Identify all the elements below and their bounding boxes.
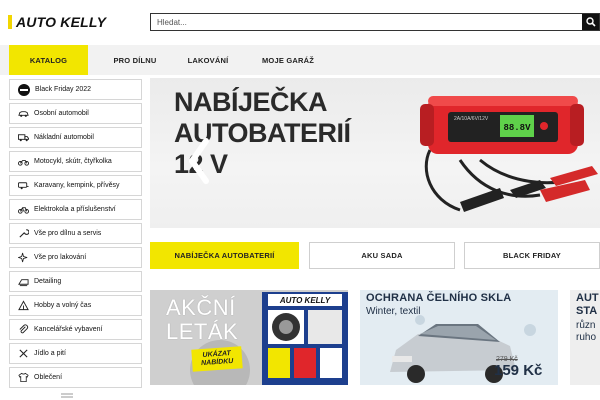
sidebar-item-kancelar[interactable]: Kancelářské vybavení bbox=[9, 319, 142, 340]
charger-display-readout: 88.8V bbox=[503, 123, 531, 133]
search-icon bbox=[585, 17, 596, 27]
sidebar-item-label: Nákladní automobil bbox=[34, 134, 94, 141]
banner-tab-black-friday[interactable]: BLACK FRIDAY bbox=[464, 242, 600, 269]
sidebar-item-nakladni-automobil[interactable]: Nákladní automobil bbox=[9, 127, 142, 148]
banner-prev-arrow-icon[interactable] bbox=[186, 138, 212, 184]
tshirt-icon bbox=[18, 372, 29, 383]
sidebar-item-hobby[interactable]: Hobby a volný čas bbox=[9, 295, 142, 316]
sidebar-item-motocykl[interactable]: Motocykl, skútr, čtyřkolka bbox=[9, 151, 142, 172]
tent-icon bbox=[18, 300, 29, 311]
black-friday-badge-icon bbox=[18, 83, 30, 96]
logo-text: AUTO KELLY bbox=[16, 14, 107, 30]
search-button[interactable] bbox=[582, 14, 599, 30]
sidebar-item-detailing[interactable]: Detailing bbox=[9, 271, 142, 292]
sidebar-item-label: Detailing bbox=[34, 278, 62, 285]
promo-card-partial[interactable]: AUT STA různ ruho bbox=[570, 290, 600, 385]
charger-brand-text: 2A/10A/6V/12V bbox=[454, 116, 489, 122]
sidebar-item-elektrokola[interactable]: Elektrokola a příslušenství bbox=[9, 199, 142, 220]
page: AUTO KELLY KATALOG PRO DÍLNU LAKOVÁNÍ MO… bbox=[0, 0, 600, 400]
show-offer-button[interactable]: UKÁZAT NABÍDKU bbox=[191, 346, 243, 372]
promo-card-windshield[interactable]: OCHRANA ČELNÍHO SKLA Winter, textil 279 … bbox=[360, 290, 558, 385]
leaflet-title: AKČNÍ LETÁK bbox=[166, 295, 239, 344]
nav-item-moje-garaz[interactable]: MOJE GARÁŽ bbox=[248, 45, 328, 75]
windshield-price: 159 Kč bbox=[494, 362, 543, 379]
motorcycle-icon bbox=[18, 160, 29, 166]
leaflet-logo: AUTO KELLY bbox=[268, 294, 342, 306]
sidebar-item-label: Vše pro lakování bbox=[34, 254, 87, 261]
windshield-subline: Winter, textil bbox=[366, 306, 421, 317]
sidebar-item-black-friday[interactable]: Black Friday 2022 bbox=[9, 79, 142, 100]
sidebar-item-jidlo[interactable]: Jídlo a pití bbox=[9, 343, 142, 364]
search-input[interactable] bbox=[151, 14, 582, 30]
sidebar-item-label: Black Friday 2022 bbox=[35, 86, 92, 93]
show-offer-line2: NABÍDKU bbox=[200, 357, 234, 368]
detailing-icon bbox=[18, 279, 29, 287]
sidebar-item-label: Osobní automobil bbox=[34, 110, 89, 117]
sidebar-item-dilna-servis[interactable]: Vše pro dílnu a servis bbox=[9, 223, 142, 244]
logo-mark bbox=[8, 15, 12, 29]
banner-tab-nabijecka[interactable]: NABÍJEČKA AUTOBATERIÍ bbox=[150, 242, 299, 269]
sidebar-item-label: Kancelářské vybavení bbox=[34, 326, 103, 333]
hero-banner[interactable]: NABÍJEČKA AUTOBATERIÍ 12 V 88.8V 2A/10A/… bbox=[150, 78, 600, 228]
sparkle-icon bbox=[18, 252, 28, 263]
wrench-icon bbox=[19, 229, 29, 238]
battery-charger-image: 88.8V 2A/10A/6V/12V bbox=[420, 96, 598, 212]
sidebar-item-label: Motocykl, skútr, čtyřkolka bbox=[34, 158, 112, 165]
auto-kelly-logo[interactable]: AUTO KELLY bbox=[8, 12, 106, 32]
truck-icon bbox=[18, 134, 29, 142]
sidebar-item-lakovani[interactable]: Vše pro lakování bbox=[9, 247, 142, 268]
sidebar-item-label: Jídlo a pití bbox=[34, 350, 66, 357]
sidebar-item-label: Karavany, kempink, přívěsy bbox=[34, 182, 120, 189]
windshield-headline: OCHRANA ČELNÍHO SKLA bbox=[366, 292, 512, 304]
main-nav: KATALOG PRO DÍLNU LAKOVÁNÍ MOJE GARÁŽ bbox=[0, 45, 600, 75]
nav-item-lakovani[interactable]: LAKOVÁNÍ bbox=[176, 45, 240, 75]
sidebar-item-label: Oblečení bbox=[34, 374, 63, 381]
sidebar-item-karavany[interactable]: Karavany, kempink, přívěsy bbox=[9, 175, 142, 196]
sidebar-more-handle-icon[interactable] bbox=[60, 393, 74, 398]
nav-item-pro-dilnu[interactable]: PRO DÍLNU bbox=[94, 45, 176, 75]
sidebar-item-label: Vše pro dílnu a servis bbox=[34, 230, 102, 237]
partial-card-headline: AUT STA bbox=[576, 292, 599, 317]
cutlery-icon bbox=[19, 349, 28, 358]
promo-card-leaflet[interactable]: AUTO KELLY AKČNÍ LETÁK UKÁZAT NABÍDKU bbox=[150, 290, 348, 385]
sidebar-item-label: Hobby a volný čas bbox=[34, 302, 92, 309]
sidebar-item-obleceni[interactable]: Oblečení bbox=[9, 367, 142, 388]
partial-card-subline: různ ruho bbox=[576, 320, 597, 343]
ebike-icon bbox=[18, 207, 29, 214]
search-bar bbox=[150, 13, 600, 31]
nav-item-katalog[interactable]: KATALOG bbox=[9, 45, 88, 75]
car-icon bbox=[18, 111, 29, 117]
caravan-icon bbox=[18, 182, 29, 190]
sidebar-item-osobni-automobil[interactable]: Osobní automobil bbox=[9, 103, 142, 124]
banner-tab-aku-sada[interactable]: AKU SADA bbox=[309, 242, 455, 269]
sidebar-item-label: Elektrokola a příslušenství bbox=[34, 206, 116, 213]
paperclip-icon bbox=[19, 324, 29, 334]
